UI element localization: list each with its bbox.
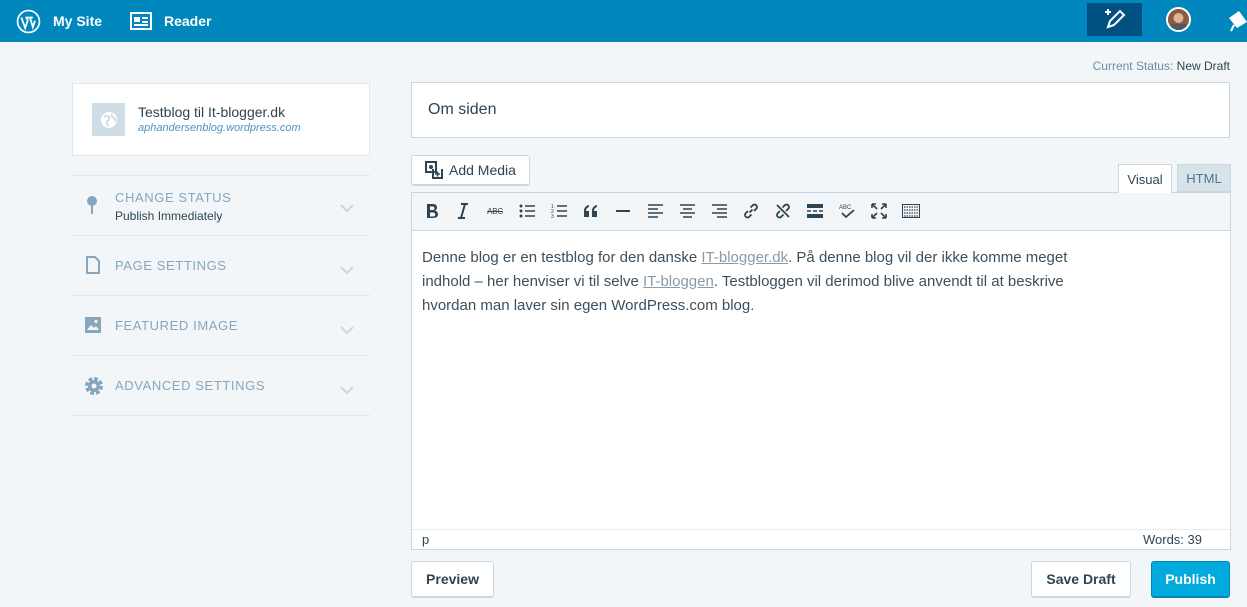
wordpress-logo-icon [16, 9, 41, 33]
accordion-page-settings[interactable]: Page Settings [71, 235, 370, 296]
word-count: Words: 39 [1142, 532, 1202, 547]
reader-icon [130, 12, 152, 30]
my-site-link[interactable]: My Site [16, 0, 102, 42]
image-icon [85, 317, 101, 338]
bold-icon[interactable] [420, 199, 444, 223]
fullscreen-icon[interactable] [867, 199, 891, 223]
preview-button[interactable]: Preview [411, 561, 494, 598]
svg-text:ABC: ABC [839, 205, 852, 211]
editor-toolbar: ABC 123 ABC [412, 193, 1230, 231]
save-draft-button[interactable]: Save Draft [1031, 561, 1131, 598]
horizontal-rule-icon[interactable] [611, 199, 635, 223]
italic-icon[interactable] [451, 199, 475, 223]
blockquote-icon[interactable] [579, 199, 603, 223]
strikethrough-icon[interactable]: ABC [483, 199, 507, 223]
editor-content[interactable]: Denne blog er en testblog for den danske… [422, 246, 1082, 318]
accordion-divider [71, 415, 370, 416]
accordion-featured-image[interactable]: Featured Image [71, 295, 370, 356]
accordion-title: Change Status [115, 190, 232, 205]
post-status: Current Status: New Draft [1093, 59, 1230, 73]
read-more-icon[interactable] [803, 199, 827, 223]
tab-visual[interactable]: Visual [1118, 164, 1172, 193]
spellcheck-icon[interactable]: ABC [835, 199, 859, 223]
accordion-title: Page Settings [115, 258, 227, 273]
accordion-subtitle: Publish Immediately [115, 209, 223, 223]
element-path[interactable]: p [422, 532, 429, 547]
add-media-button[interactable]: Add Media [411, 155, 530, 186]
toolbar-toggle-icon[interactable] [899, 199, 923, 223]
add-media-label: Add Media [449, 162, 516, 178]
status-label: Current Status: [1092, 59, 1174, 73]
align-left-icon[interactable] [643, 199, 667, 223]
accordion-title: Featured Image [115, 318, 239, 333]
accordion-advanced-settings[interactable]: Advanced Settings [71, 355, 370, 416]
numbered-list-icon[interactable]: 123 [547, 199, 571, 223]
editor: ABC 123 ABC Denne blog er en testblog fo… [411, 192, 1231, 550]
accordion-change-status[interactable]: Change Status Publish Immediately [71, 175, 370, 236]
page-icon [86, 256, 100, 279]
tab-html[interactable]: HTML [1177, 164, 1231, 192]
site-card[interactable]: Testblog til It-blogger.dk aphandersenbl… [72, 83, 370, 156]
gear-icon [83, 375, 105, 402]
it-bloggen-link[interactable]: IT-bloggen [643, 273, 714, 290]
user-avatar[interactable] [1166, 7, 1191, 32]
add-media-icon [425, 161, 443, 179]
status-value: New Draft [1176, 59, 1230, 73]
insert-link-icon[interactable] [739, 199, 763, 223]
publish-button[interactable]: Publish [1151, 561, 1230, 598]
post-title-input[interactable] [411, 82, 1230, 138]
write-post-button[interactable] [1087, 3, 1142, 36]
site-globe-icon [92, 103, 125, 136]
reader-link[interactable]: Reader [130, 0, 211, 42]
it-blogger-link[interactable]: IT-blogger.dk [701, 249, 788, 266]
site-title: Testblog til It-blogger.dk [138, 104, 286, 120]
my-site-label: My Site [53, 13, 103, 29]
pin-icon [83, 195, 101, 220]
site-url: aphandersenblog.wordpress.com [138, 122, 301, 134]
notifications-icon[interactable] [1225, 8, 1247, 39]
write-pencil-icon [1104, 8, 1125, 29]
bullet-list-icon[interactable] [515, 199, 539, 223]
chevron-down-icon [339, 382, 355, 400]
align-center-icon[interactable] [675, 199, 699, 223]
chevron-down-icon [339, 262, 355, 280]
chevron-down-icon [339, 322, 355, 340]
editor-statusbar: p Words: 39 [412, 529, 1230, 550]
masterbar: My Site Reader [0, 0, 1247, 42]
chevron-down-icon [339, 200, 355, 218]
align-right-icon[interactable] [707, 199, 731, 223]
accordion-title: Advanced Settings [115, 378, 266, 393]
svg-text:3: 3 [551, 214, 554, 218]
reader-label: Reader [164, 13, 212, 29]
remove-link-icon[interactable] [771, 199, 795, 223]
content-text: Denne blog er en testblog for den danske [422, 249, 702, 266]
